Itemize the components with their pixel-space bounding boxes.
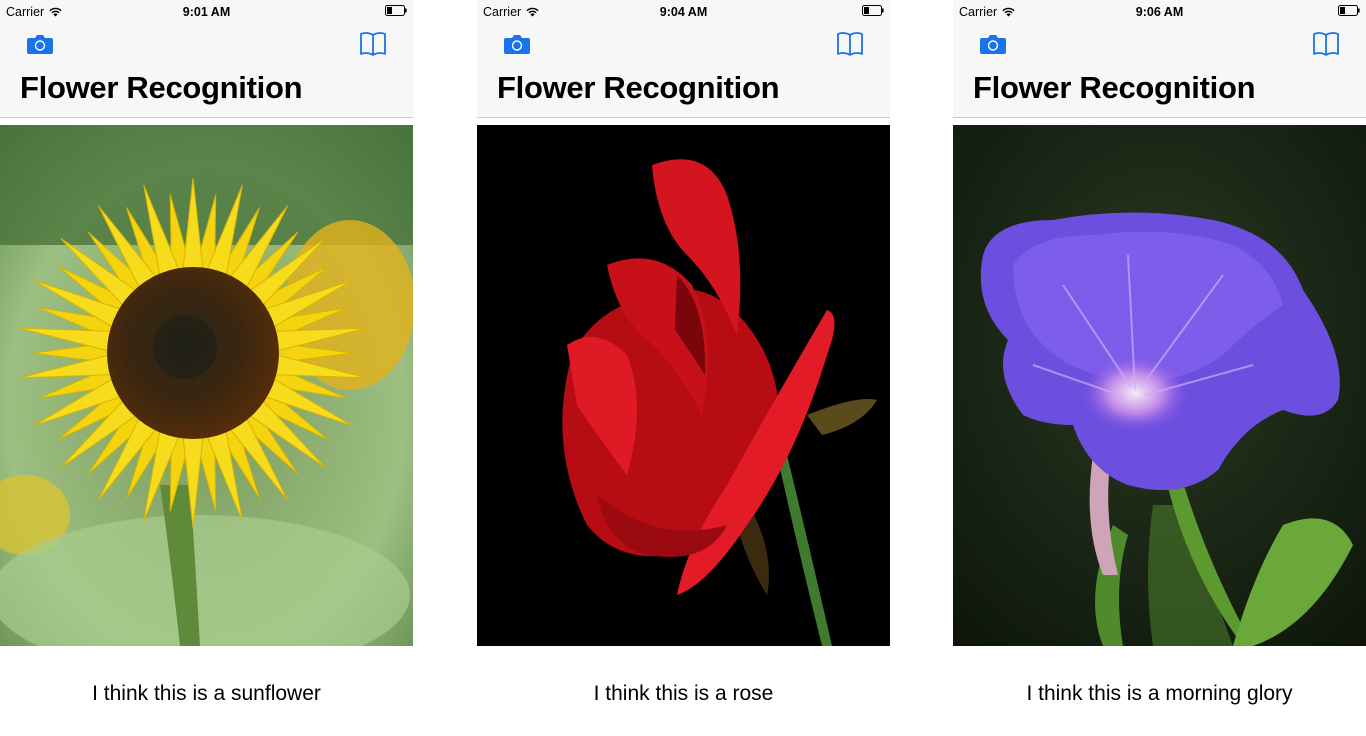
bookmarks-button[interactable] [1312, 31, 1340, 57]
sunflower-image [0, 125, 413, 646]
camera-button[interactable] [979, 33, 1007, 55]
status-bar: Carrier 9:04 AM [477, 0, 890, 24]
phone-screen-rose: Carrier 9:04 AM Flower Recognition I thi… [477, 0, 890, 736]
recognition-result: I think this is a sunflower [92, 682, 321, 705]
navigation-bar: Carrier 9:06 AM Flower Recognition [953, 0, 1366, 118]
status-time: 9:04 AM [659, 5, 708, 19]
status-bar: Carrier 9:01 AM [0, 0, 413, 24]
phone-screen-morning-glory: Carrier 9:06 AM Flower Recognition I thi… [953, 0, 1366, 736]
flower-photo [953, 125, 1366, 646]
flower-photo [477, 125, 890, 646]
status-time: 9:01 AM [182, 5, 231, 19]
recognition-result: I think this is a rose [593, 682, 774, 705]
bookmarks-button[interactable] [836, 31, 864, 57]
page-title: Flower Recognition [973, 70, 1256, 105]
flower-photo [0, 125, 413, 646]
camera-button[interactable] [503, 33, 531, 55]
bookmarks-button[interactable] [359, 31, 387, 57]
navigation-bar: Carrier 9:04 AM Flower Recognition [477, 0, 890, 118]
page-title: Flower Recognition [497, 70, 780, 105]
phone-screen-sunflower: Carrier 9:01 AM Flower Recognition I thi… [0, 0, 413, 736]
camera-button[interactable] [26, 33, 54, 55]
status-bar: Carrier 9:06 AM [953, 0, 1366, 24]
battery-icon [385, 5, 407, 16]
battery-icon [1338, 5, 1360, 16]
page-title: Flower Recognition [20, 70, 303, 105]
status-time: 9:06 AM [1135, 5, 1184, 19]
rose-image [477, 125, 890, 646]
recognition-result: I think this is a morning glory [1026, 682, 1293, 705]
battery-icon [862, 5, 884, 16]
morning-glory-image [953, 125, 1366, 646]
navigation-bar: Carrier 9:01 AM Flower Recognition [0, 0, 413, 118]
